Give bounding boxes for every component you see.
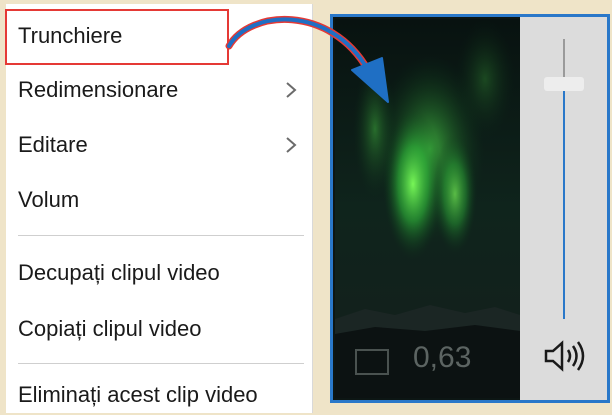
volume-value: 0,63 [413, 341, 472, 374]
screen-icon [355, 349, 389, 375]
menu-item-label: Decupați clipul video [18, 260, 220, 285]
video-thumbnail[interactable]: 0,63 [335, 19, 520, 398]
volume-slider-track[interactable] [563, 87, 565, 319]
menu-item-copiati-clipul[interactable]: Copiați clipul video [6, 309, 306, 349]
menu-item-label: Volum [18, 187, 80, 212]
speaker-icon[interactable] [544, 339, 588, 373]
menu-item-label: Editare [18, 132, 88, 157]
context-menu: Trunchiere Redimensionare Editare Volum … [6, 4, 313, 413]
menu-item-label: Eliminați acest clip video [18, 382, 258, 407]
volume-slider-track-top [563, 39, 565, 79]
volume-panel [520, 17, 607, 400]
menu-item-decupati-clipul[interactable]: Decupați clipul video [6, 253, 306, 293]
video-preview: 0,63 [330, 14, 610, 403]
highlight-box [5, 9, 229, 65]
menu-item-volum[interactable]: Volum [6, 180, 306, 220]
chevron-right-icon [286, 137, 297, 153]
menu-item-editare[interactable]: Editare [6, 125, 306, 165]
menu-separator [18, 235, 304, 236]
chevron-right-icon [286, 82, 297, 98]
menu-item-eliminati-clipul[interactable]: Eliminați acest clip video [6, 375, 306, 415]
menu-item-redimensionare[interactable]: Redimensionare [6, 70, 306, 110]
volume-slider-thumb[interactable] [544, 77, 584, 91]
menu-separator [18, 363, 304, 364]
menu-item-label: Copiați clipul video [18, 316, 202, 341]
menu-item-label: Redimensionare [18, 77, 179, 102]
